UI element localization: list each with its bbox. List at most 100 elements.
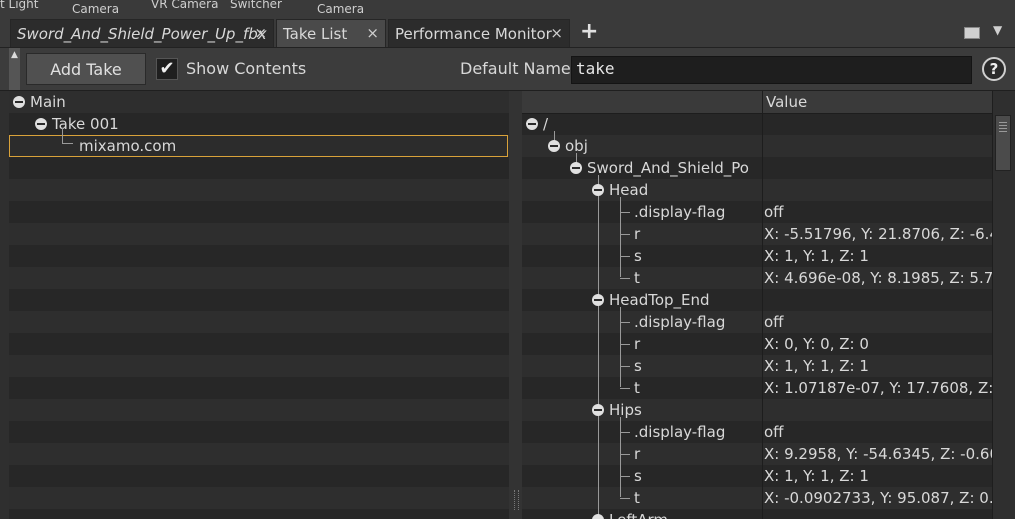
tab-label: Take List [283,24,348,43]
take-node-mixamo[interactable]: mixamo.com [79,135,176,157]
param-label: s [634,247,642,265]
tab-performance-monitor[interactable]: Performance Monitor × [388,19,570,47]
param-value[interactable]: X: 1, Y: 1, Z: 1 [764,465,992,487]
collapse-icon[interactable] [526,118,538,130]
close-icon[interactable]: × [366,24,379,42]
shelf-tool-camera[interactable]: Camera [72,2,119,16]
collapse-icon[interactable] [592,184,604,196]
take-node-main[interactable]: Main [13,91,66,113]
tab-label: Sword_And_Shield_Power_Up_fbx [17,24,267,43]
param-value [764,399,992,421]
param-value[interactable]: off [764,311,992,333]
param-label: HeadTop_End [609,291,710,309]
add-tab-plus-icon[interactable]: + [580,17,598,47]
param-value [764,157,992,179]
value-column-header[interactable]: Value [766,93,807,111]
param-headtop-r[interactable]: r [634,333,640,355]
param-value [764,289,992,311]
close-icon[interactable]: × [254,24,267,42]
param-label: r [634,445,641,463]
param-headtop-t[interactable]: t [634,377,640,399]
add-take-button[interactable]: Add Take [26,53,146,85]
tab-sword-and-shield[interactable]: Sword_And_Shield_Power_Up_fbx × [10,19,274,47]
close-icon[interactable]: × [550,24,563,42]
param-head-s[interactable]: s [634,245,642,267]
param-value[interactable]: X: -0.0902733, Y: 95.087, Z: 0.07 [764,487,992,509]
param-value [764,113,992,135]
take-parameters-pane: Value / obj Sword_And_Shield_Po Head .di… [522,91,992,519]
param-node-root[interactable]: / [526,113,548,135]
parameters-header: Value [522,91,992,114]
param-label: r [634,335,641,353]
pane-menu-arrow-icon[interactable]: ▼ [993,23,1002,37]
param-headtop-display-flag[interactable]: .display-flag [634,311,725,333]
param-node-headtop-end[interactable]: HeadTop_End [592,289,710,311]
shelf-tool-light[interactable]: t Light [0,0,38,11]
pane-layout-icon[interactable] [964,27,980,39]
take-label: mixamo.com [79,137,177,155]
param-value[interactable]: X: 4.696e-08, Y: 8.1985, Z: 5.703 [764,267,992,289]
take-label: Main [30,93,66,111]
param-value[interactable]: off [764,421,992,443]
shelf-tool-vr-camera[interactable]: VR Camera [151,0,218,11]
param-label: Hips [609,401,642,419]
param-label: / [543,115,549,133]
param-node-sword-and-shield[interactable]: Sword_And_Shield_Po [570,157,749,179]
param-value [764,509,992,519]
collapse-icon[interactable] [592,514,604,519]
scrollbar-grip [999,122,1007,134]
collapse-arrow-icon[interactable]: ▲ [11,50,18,60]
param-label: t [634,489,640,507]
param-value[interactable]: X: 1, Y: 1, Z: 1 [764,245,992,267]
param-value[interactable]: X: 0, Y: 0, Z: 0 [764,333,992,355]
param-headtop-s[interactable]: s [634,355,642,377]
pane-splitter[interactable] [509,91,522,519]
param-hips-display-flag[interactable]: .display-flag [634,421,725,443]
param-value[interactable]: X: -5.51796, Y: 21.8706, Z: -6.414 [764,223,992,245]
help-icon[interactable]: ? [982,57,1006,81]
collapse-icon[interactable] [13,96,25,108]
pane-tab-bar: Sword_And_Shield_Power_Up_fbx × Take Lis… [0,17,1015,48]
take-node-take-001[interactable]: Take 001 [35,113,119,135]
shelf-tool-camera-2[interactable]: Camera [317,2,364,16]
tab-take-list[interactable]: Take List × [276,19,386,47]
default-name-label: Default Name: [460,59,577,78]
param-label: t [634,379,640,397]
param-hips-r[interactable]: r [634,443,640,465]
param-head-t[interactable]: t [634,267,640,289]
collapse-icon[interactable] [592,294,604,306]
show-contents-label: Show Contents [186,59,307,78]
param-value[interactable]: X: 1, Y: 1, Z: 1 [764,355,992,377]
param-value[interactable]: off [764,201,992,223]
collapse-icon[interactable] [592,404,604,416]
takes-tree-pane: Main Take 001 mixamo.com [9,91,509,519]
param-label: r [634,225,641,243]
param-label: .display-flag [634,203,726,221]
param-label: s [634,467,642,485]
param-head-r[interactable]: r [634,223,640,245]
show-contents-checkbox[interactable]: ✔ [156,58,178,80]
param-node-leftarm[interactable]: LeftArm [592,509,668,519]
collapse-icon[interactable] [570,162,582,174]
shelf-tool-switcher[interactable]: Switcher [230,0,282,11]
splitter-grip[interactable] [514,490,519,510]
param-node-obj[interactable]: obj [548,135,588,157]
default-name-input[interactable]: take [571,56,972,84]
collapse-icon[interactable] [548,140,560,152]
param-label: LeftArm [609,511,668,519]
param-node-head[interactable]: Head [592,179,648,201]
param-value[interactable]: X: 1.07187e-07, Y: 17.7608, Z: 13 [764,377,992,399]
param-label: t [634,269,640,287]
param-value[interactable]: X: 9.2958, Y: -54.6345, Z: -0.609 [764,443,992,465]
name-column-header[interactable] [522,91,763,113]
param-label: Head [609,181,649,199]
param-node-hips[interactable]: Hips [592,399,642,421]
param-label: s [634,357,642,375]
param-hips-s[interactable]: s [634,465,642,487]
param-hips-t[interactable]: t [634,487,640,509]
param-value [764,179,992,201]
param-label: .display-flag [634,423,726,441]
collapse-icon[interactable] [35,118,47,130]
param-head-display-flag[interactable]: .display-flag [634,201,725,223]
shelf-strip: t Light Camera VR Camera Switcher Camera [0,0,1015,17]
